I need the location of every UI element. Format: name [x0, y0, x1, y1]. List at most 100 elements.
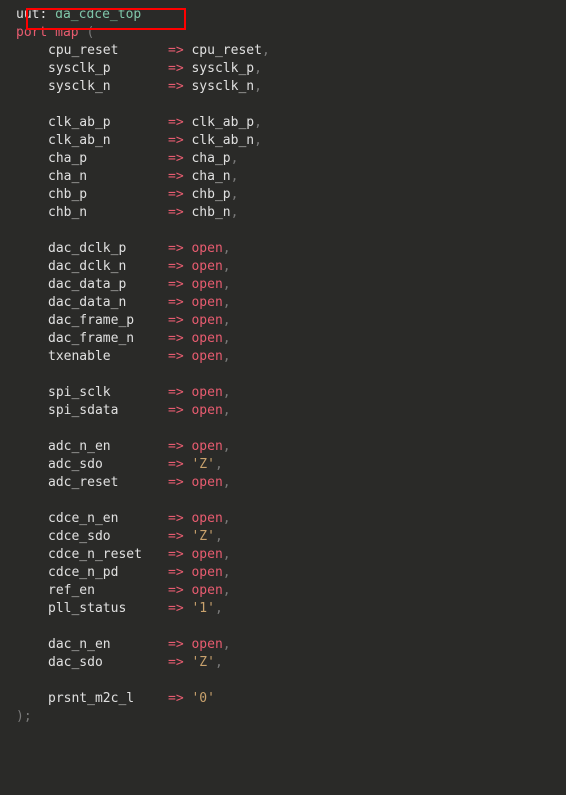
port-map-line: cdce_sdo=> 'Z', — [16, 528, 566, 546]
arrow-operator: => — [168, 601, 184, 616]
code-editor[interactable]: uut: da_cdce_top port map ( cpu_reset=> … — [16, 6, 566, 726]
port-map-line: clk_ab_n=> clk_ab_n, — [16, 132, 566, 150]
port-target: cha_p — [191, 151, 230, 166]
port-name: pll_status — [48, 600, 168, 618]
arrow-operator: => — [168, 43, 184, 58]
arrow-operator: => — [168, 115, 184, 130]
port-name: clk_ab_p — [48, 114, 168, 132]
comma: , — [254, 133, 262, 148]
port-name: ref_en — [48, 582, 168, 600]
port-target: open — [191, 331, 222, 346]
port-target: '0' — [191, 691, 214, 706]
comma: , — [231, 169, 239, 184]
port-map-line: cdce_n_pd=> open, — [16, 564, 566, 582]
port-name: dac_n_en — [48, 636, 168, 654]
port-target: '1' — [191, 601, 214, 616]
port-target: 'Z' — [191, 655, 214, 670]
port-map-line: cpu_reset=> cpu_reset, — [16, 42, 566, 60]
port-target: chb_n — [191, 205, 230, 220]
port-target: open — [191, 637, 222, 652]
port-name: txenable — [48, 348, 168, 366]
port-name: cha_n — [48, 168, 168, 186]
comma: , — [223, 403, 231, 418]
port-map-line: cha_p=> cha_p, — [16, 150, 566, 168]
arrow-operator: => — [168, 79, 184, 94]
port-map-line: adc_n_en=> open, — [16, 438, 566, 456]
port-map-line: dac_sdo=> 'Z', — [16, 654, 566, 672]
port-name: adc_n_en — [48, 438, 168, 456]
comma: , — [223, 259, 231, 274]
arrow-operator: => — [168, 205, 184, 220]
blank-line — [16, 366, 566, 384]
comma: , — [254, 61, 262, 76]
port-map-open: port map ( — [16, 24, 566, 42]
arrow-operator: => — [168, 529, 184, 544]
port-target: open — [191, 439, 222, 454]
port-target: open — [191, 565, 222, 580]
arrow-operator: => — [168, 475, 184, 490]
port-name: dac_sdo — [48, 654, 168, 672]
comma: , — [262, 43, 270, 58]
port-target: 'Z' — [191, 457, 214, 472]
blank-line — [16, 222, 566, 240]
port-map-line: cdce_n_en=> open, — [16, 510, 566, 528]
blank-line — [16, 96, 566, 114]
port-target: open — [191, 349, 222, 364]
arrow-operator: => — [168, 655, 184, 670]
port-name: cdce_sdo — [48, 528, 168, 546]
port-target: open — [191, 241, 222, 256]
arrow-operator: => — [168, 187, 184, 202]
entity-name: da_cdce_top — [55, 7, 141, 22]
port-name: spi_sdata — [48, 402, 168, 420]
port-map-line: dac_frame_n=> open, — [16, 330, 566, 348]
port-name: dac_frame_p — [48, 312, 168, 330]
port-name: prsnt_m2c_l — [48, 690, 168, 708]
comma: , — [215, 457, 223, 472]
comma: , — [223, 583, 231, 598]
port-target: open — [191, 511, 222, 526]
port-name: dac_dclk_p — [48, 240, 168, 258]
instance-declaration: uut: da_cdce_top — [16, 6, 566, 24]
port-map-line: dac_data_n=> open, — [16, 294, 566, 312]
port-target: open — [191, 313, 222, 328]
comma: , — [223, 349, 231, 364]
port-name: cha_p — [48, 150, 168, 168]
comma: , — [223, 511, 231, 526]
arrow-operator: => — [168, 583, 184, 598]
comma: , — [223, 331, 231, 346]
comma: , — [215, 655, 223, 670]
port-target: open — [191, 385, 222, 400]
comma: , — [254, 79, 262, 94]
port-mappings: cpu_reset=> cpu_reset,sysclk_p=> sysclk_… — [16, 42, 566, 708]
port-target: 'Z' — [191, 529, 214, 544]
comma: , — [215, 529, 223, 544]
arrow-operator: => — [168, 169, 184, 184]
port-name: adc_reset — [48, 474, 168, 492]
port-map-line: spi_sdata=> open, — [16, 402, 566, 420]
port-map-line: ref_en=> open, — [16, 582, 566, 600]
port-map-line: cdce_n_reset=> open, — [16, 546, 566, 564]
arrow-operator: => — [168, 241, 184, 256]
blank-line — [16, 420, 566, 438]
port-map-line: sysclk_n=> sysclk_n, — [16, 78, 566, 96]
arrow-operator: => — [168, 511, 184, 526]
port-name: clk_ab_n — [48, 132, 168, 150]
port-name: sysclk_n — [48, 78, 168, 96]
comma: , — [231, 187, 239, 202]
port-map-line: chb_p=> chb_p, — [16, 186, 566, 204]
comma: , — [231, 205, 239, 220]
port-target: sysclk_n — [191, 79, 254, 94]
port-map-line: cha_n=> cha_n, — [16, 168, 566, 186]
port-name: cdce_n_pd — [48, 564, 168, 582]
port-name: spi_sclk — [48, 384, 168, 402]
port-map-line: prsnt_m2c_l=> '0' — [16, 690, 566, 708]
port-target: open — [191, 259, 222, 274]
arrow-operator: => — [168, 403, 184, 418]
blank-line — [16, 618, 566, 636]
comma: , — [223, 277, 231, 292]
arrow-operator: => — [168, 457, 184, 472]
port-name: cpu_reset — [48, 42, 168, 60]
comma: , — [254, 115, 262, 130]
arrow-operator: => — [168, 295, 184, 310]
port-name: dac_dclk_n — [48, 258, 168, 276]
